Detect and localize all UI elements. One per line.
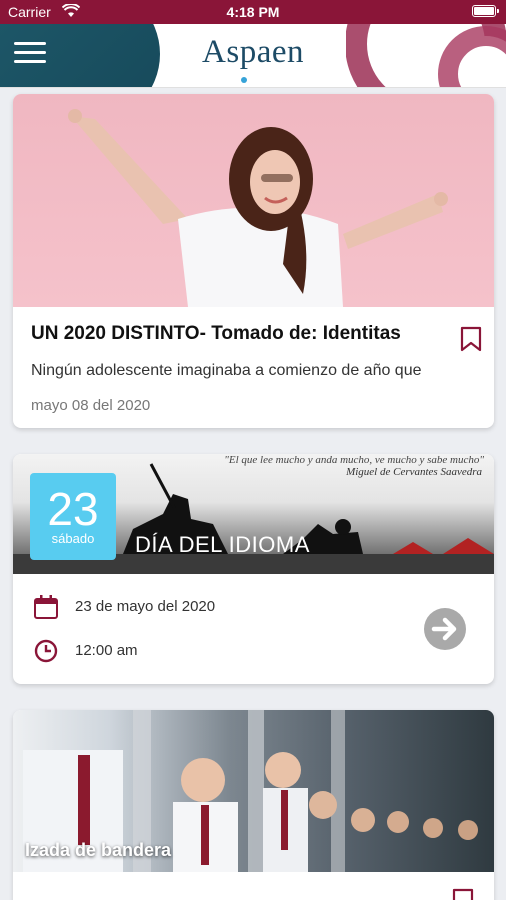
event-details-button[interactable] (424, 608, 466, 650)
badge-weekday: sábado (51, 531, 95, 546)
event-card[interactable]: "El que lee mucho y anda mucho, ve mucho… (13, 454, 494, 684)
battery-icon (472, 5, 499, 17)
calendar-icon (34, 595, 58, 619)
news-description: Ningún adolescente imaginaba a comienzo … (31, 362, 422, 379)
photo-label[interactable]: Izada de bandera (25, 840, 171, 861)
badge-day: 23 (47, 483, 99, 535)
bookmark-icon[interactable] (460, 326, 482, 352)
circles-decoration (346, 24, 506, 87)
app-header: Aspaen (0, 24, 506, 88)
status-time: 4:18 PM (226, 4, 280, 20)
photo-card[interactable]: Izada de bandera (13, 710, 494, 900)
photo-image: Izada de bandera (13, 710, 494, 872)
news-image (13, 94, 494, 307)
status-bar: Carrier 4:18 PM (0, 0, 506, 24)
news-title[interactable]: UN 2020 DISTINTO- Tomado de: Identitas (31, 323, 401, 345)
event-title[interactable]: DÍA DEL IDIOMA (135, 532, 310, 558)
event-banner: "El que lee mucho y anda mucho, ve mucho… (13, 454, 494, 574)
arrow-right-icon (431, 617, 457, 641)
logo-accent (241, 77, 247, 83)
news-card[interactable]: UN 2020 DISTINTO- Tomado de: Identitas N… (13, 94, 494, 428)
clock-icon (34, 639, 58, 663)
news-date: mayo 08 del 2020 (31, 397, 151, 414)
event-date: 23 de mayo del 2020 (75, 598, 216, 615)
bookmark-icon[interactable] (452, 888, 474, 900)
date-badge: 23 sábado (30, 473, 116, 560)
event-time: 12:00 am (75, 642, 138, 659)
feed[interactable]: UN 2020 DISTINTO- Tomado de: Identitas N… (0, 88, 506, 900)
